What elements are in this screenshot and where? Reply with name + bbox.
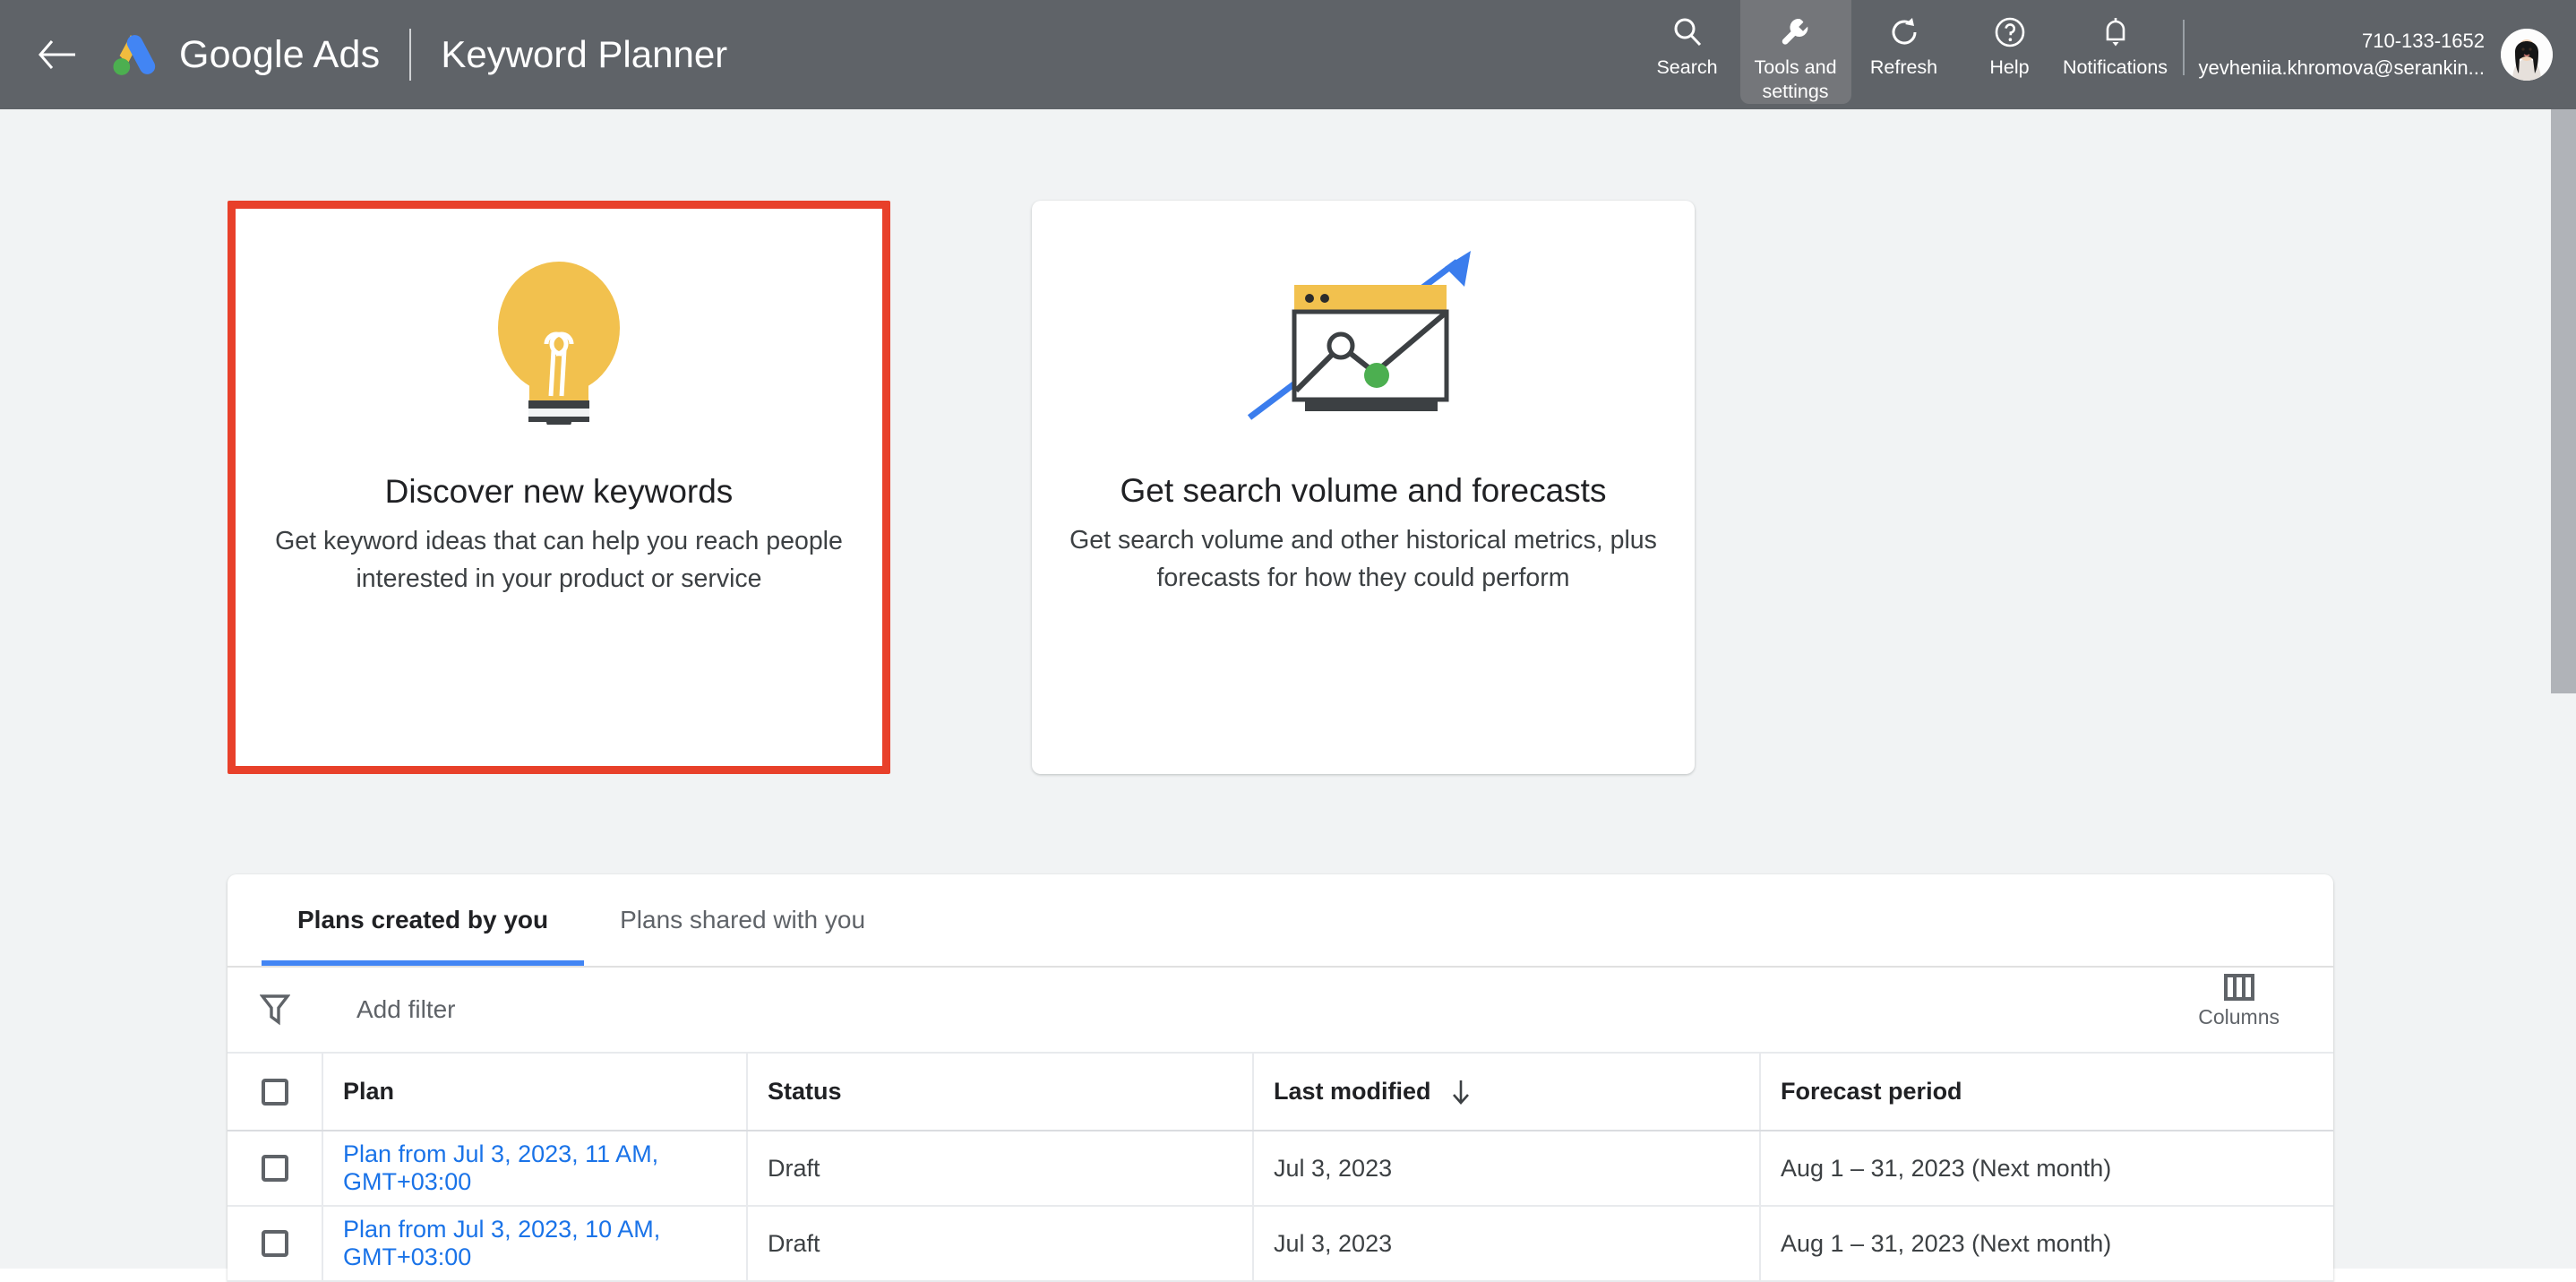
sort-descending-icon <box>1451 1079 1471 1106</box>
plans-toolbar: Add filter Columns <box>228 968 2333 1054</box>
top-app-bar: Google Ads Keyword Planner Search Tools … <box>0 0 2576 109</box>
card-discover-new-keywords[interactable]: Discover new keywords Get keyword ideas … <box>228 201 890 774</box>
topbar-left-group: Google Ads Keyword Planner <box>0 0 1635 109</box>
tab-label: Plans created by you <box>297 906 548 934</box>
topbar-divider <box>2183 20 2185 75</box>
topbar-right-group: Search Tools and settings Refresh <box>1635 0 2576 109</box>
account-id: 710-133-1652 <box>2362 28 2485 55</box>
page-scrollbar-thumb[interactable] <box>2551 109 2576 693</box>
tab-plans-shared-with-you[interactable]: Plans shared with you <box>584 874 901 966</box>
forecast-chart-icon <box>1032 201 1695 469</box>
search-icon <box>1671 13 1704 52</box>
header-last-modified-label: Last modified <box>1274 1078 1431 1106</box>
header-plan[interactable]: Plan <box>322 1054 747 1131</box>
card-title: Discover new keywords <box>385 470 734 513</box>
plan-link[interactable]: Plan from Jul 3, 2023, 11 AM, GMT+03:00 <box>343 1140 658 1195</box>
page-canvas: Discover new keywords Get keyword ideas … <box>0 109 2576 1269</box>
card-title: Get search volume and forecasts <box>1121 469 1607 512</box>
card-description: Get keyword ideas that can help you reac… <box>263 522 854 598</box>
header-forecast-period-label: Forecast period <box>1781 1078 1962 1106</box>
help-icon <box>1994 13 2026 52</box>
row-select-cell <box>228 1206 322 1281</box>
nav-item-tools-and-settings[interactable]: Tools and settings <box>1740 0 1851 104</box>
plan-status: Draft <box>768 1155 820 1182</box>
header-last-modified[interactable]: Last modified <box>1253 1054 1760 1131</box>
lightbulb-icon <box>236 209 882 470</box>
header-status[interactable]: Status <box>747 1054 1253 1131</box>
select-all-checkbox[interactable] <box>262 1079 288 1106</box>
header-select-all <box>228 1054 322 1131</box>
nav-item-refresh[interactable]: Refresh <box>1851 0 1957 80</box>
header-forecast-period[interactable]: Forecast period <box>1760 1054 2333 1131</box>
nav-label-search: Search <box>1656 56 1717 80</box>
header-plan-label: Plan <box>343 1078 394 1106</box>
refresh-icon <box>1888 13 1920 52</box>
table-header-row: Plan Status Last modified <box>228 1054 2333 1131</box>
tab-label: Plans shared with you <box>620 906 865 934</box>
row-forecast-period-cell: Aug 1 – 31, 2023 (Next month) <box>1760 1131 2333 1206</box>
brand-title: Google Ads <box>179 33 380 77</box>
header-status-label: Status <box>768 1078 842 1106</box>
page-title: Keyword Planner <box>441 33 727 76</box>
plan-link[interactable]: Plan from Jul 3, 2023, 10 AM, GMT+03:00 <box>343 1216 660 1270</box>
plans-panel: Plans created by you Plans shared with y… <box>228 874 2333 1282</box>
plan-last-modified: Jul 3, 2023 <box>1274 1155 1392 1182</box>
filter-funnel-icon[interactable] <box>228 993 322 1027</box>
avatar-image <box>2501 29 2553 81</box>
plans-table-head: Plan Status Last modified <box>228 1054 2333 1131</box>
nav-label-tools-and-settings: Tools and settings <box>1740 56 1851 104</box>
columns-button[interactable]: Columns <box>2198 973 2280 1029</box>
table-row[interactable]: Plan from Jul 3, 2023, 10 AM, GMT+03:00 … <box>228 1206 2333 1281</box>
avatar[interactable] <box>2501 29 2553 81</box>
nav-label-help: Help <box>1989 56 2029 80</box>
nav-item-notifications[interactable]: Notifications <box>2063 0 2168 80</box>
plan-last-modified: Jul 3, 2023 <box>1274 1230 1392 1257</box>
wrench-icon <box>1779 13 1813 52</box>
plans-table: Plan Status Last modified <box>228 1054 2333 1282</box>
row-last-modified-cell: Jul 3, 2023 <box>1253 1131 1760 1206</box>
columns-label: Columns <box>2198 1005 2280 1029</box>
row-last-modified-cell: Jul 3, 2023 <box>1253 1206 1760 1281</box>
page-scrollbar-track[interactable] <box>2551 109 2576 1269</box>
plan-forecast-period: Aug 1 – 31, 2023 (Next month) <box>1781 1230 2111 1257</box>
row-checkbox[interactable] <box>262 1230 288 1257</box>
plans-table-body: Plan from Jul 3, 2023, 11 AM, GMT+03:00 … <box>228 1131 2333 1281</box>
account-email: yevheniia.khromova@serankin... <box>2199 55 2485 82</box>
brand-divider <box>409 29 411 81</box>
account-info[interactable]: 710-133-1652 yevheniia.khromova@serankin… <box>2199 0 2501 109</box>
plan-status: Draft <box>768 1230 820 1257</box>
nav-item-help[interactable]: Help <box>1957 0 2063 80</box>
nav-label-refresh: Refresh <box>1870 56 1937 80</box>
add-filter-button[interactable]: Add filter <box>322 995 456 1024</box>
row-plan-cell: Plan from Jul 3, 2023, 10 AM, GMT+03:00 <box>322 1206 747 1281</box>
nav-item-search[interactable]: Search <box>1635 0 1740 80</box>
columns-icon <box>2224 973 2254 1002</box>
tab-plans-created-by-you[interactable]: Plans created by you <box>262 874 584 966</box>
row-checkbox[interactable] <box>262 1155 288 1182</box>
row-forecast-period-cell: Aug 1 – 31, 2023 (Next month) <box>1760 1206 2333 1281</box>
google-ads-logo-icon <box>111 31 159 78</box>
nav-label-notifications: Notifications <box>2063 56 2168 80</box>
row-status-cell: Draft <box>747 1131 1253 1206</box>
plan-forecast-period: Aug 1 – 31, 2023 (Next month) <box>1781 1155 2111 1182</box>
back-button[interactable] <box>34 31 81 78</box>
card-get-search-volume-and-forecasts[interactable]: Get search volume and forecasts Get sear… <box>1032 201 1695 774</box>
back-arrow-icon <box>38 39 77 70</box>
row-select-cell <box>228 1131 322 1206</box>
bell-icon <box>2100 13 2131 52</box>
row-status-cell: Draft <box>747 1206 1253 1281</box>
plans-tabs: Plans created by you Plans shared with y… <box>228 874 2333 968</box>
table-row[interactable]: Plan from Jul 3, 2023, 11 AM, GMT+03:00 … <box>228 1131 2333 1206</box>
card-description: Get search volume and other historical m… <box>1068 521 1659 597</box>
row-plan-cell: Plan from Jul 3, 2023, 11 AM, GMT+03:00 <box>322 1131 747 1206</box>
